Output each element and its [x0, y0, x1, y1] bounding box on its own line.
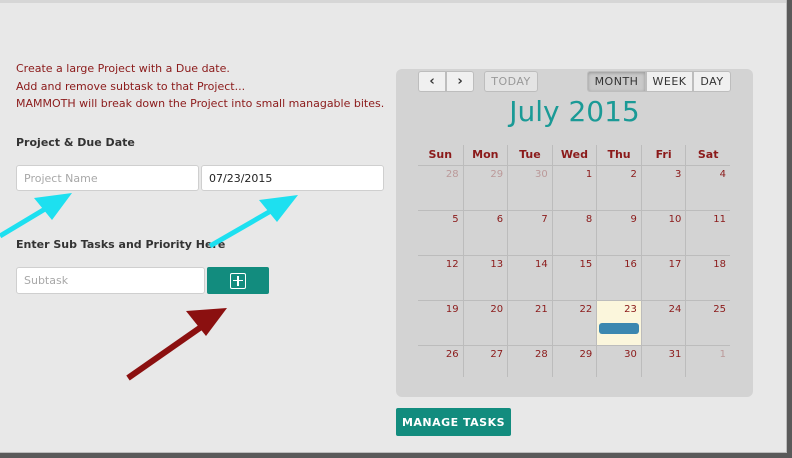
annotation-arrows	[0, 193, 298, 381]
red-arrow-icon	[126, 308, 227, 381]
app-frame: Create a large Project with a Due date. …	[0, 0, 787, 453]
cyan-arrow-icon	[208, 195, 298, 249]
cyan-arrow-icon	[0, 193, 72, 239]
